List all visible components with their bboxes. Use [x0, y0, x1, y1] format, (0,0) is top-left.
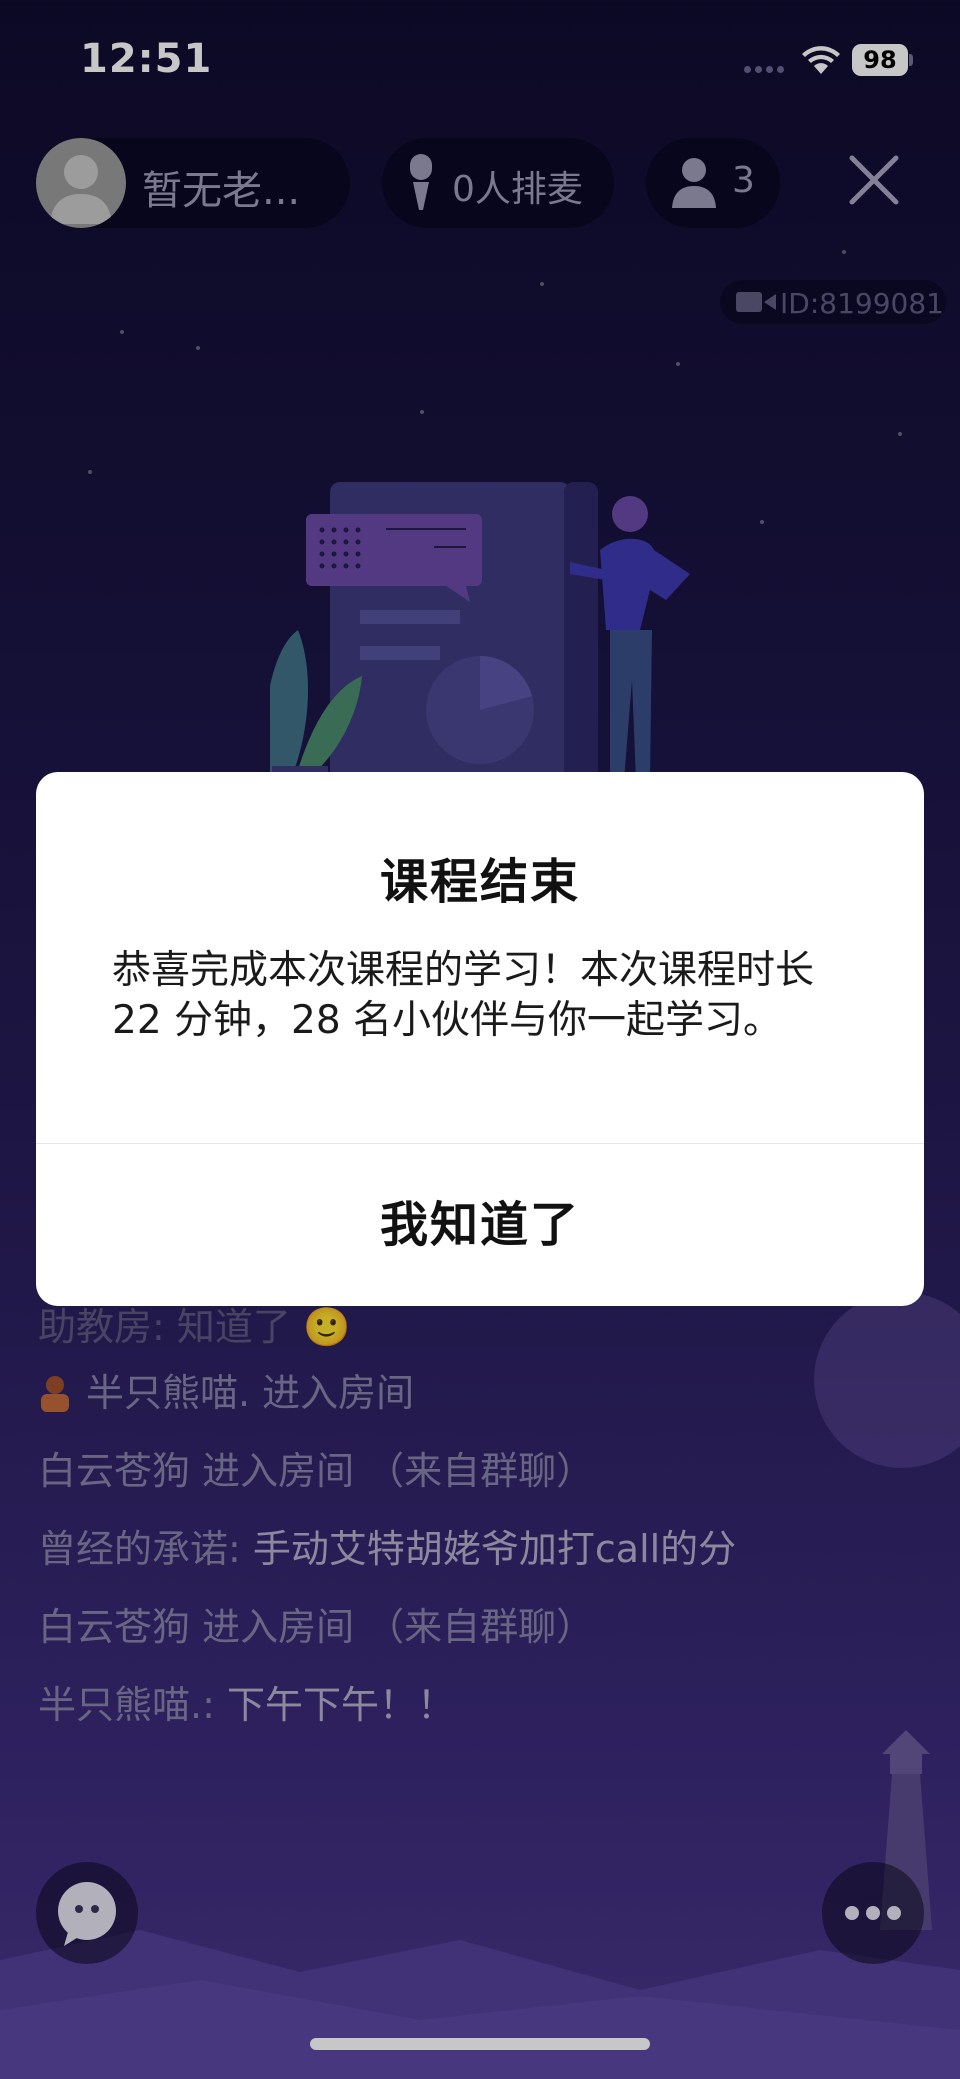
course-end-dialog: 课程结束 恭喜完成本次课程的学习！本次课程时长 22 分钟，28 名小伙伴与你一… [36, 772, 924, 1306]
dialog-title: 课程结束 [379, 854, 580, 910]
dialog-message: 恭喜完成本次课程的学习！本次课程时长 22 分钟，28 名小伙伴与你一起学习。 [112, 948, 815, 1043]
confirm-button[interactable]: 我知道了 [36, 1144, 924, 1306]
